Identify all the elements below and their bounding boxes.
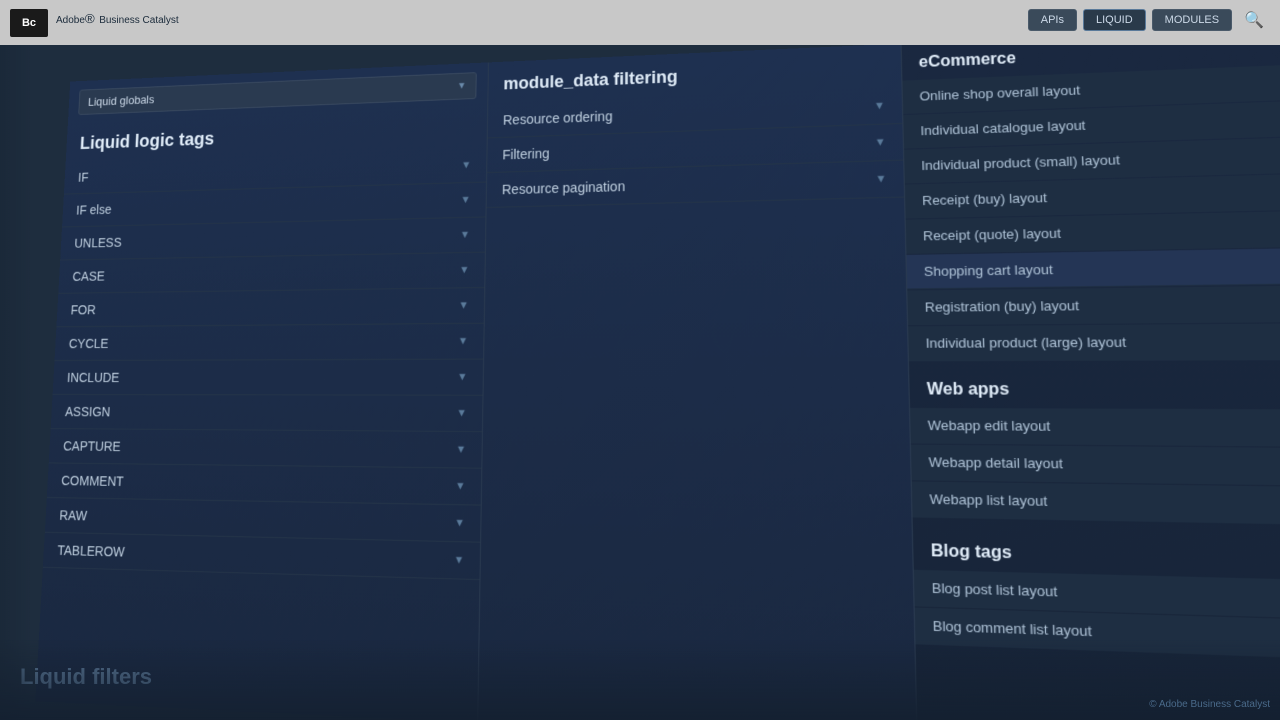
liquid-button[interactable]: LIQUID (1083, 9, 1146, 31)
browser-chrome: Bc Adobe® Business Catalyst APIs LIQUID … (0, 0, 1280, 45)
blog-section: Blog tags Blog post list layout Blog com… (913, 529, 1280, 661)
tag-label: RAW (59, 508, 87, 524)
item-label: Blog post list layout (932, 580, 1058, 600)
item-label: Individual catalogue layout (920, 118, 1086, 139)
chevron-down-icon: ▼ (459, 300, 469, 312)
middle-panel: module_data filtering Resource ordering … (478, 45, 918, 720)
chevron-down-icon: ▼ (454, 517, 465, 529)
module-item-label: Filtering (502, 146, 549, 163)
list-item[interactable]: Registration (buy) layout ▼ (907, 285, 1280, 325)
chevron-down-icon: ▼ (461, 159, 471, 171)
main-area: Liquid globals ▼ Liquid logic tags IF ▼ … (0, 45, 1280, 720)
item-label: Webapp detail layout (928, 454, 1063, 471)
modules-button[interactable]: MODULES (1152, 9, 1232, 31)
apis-button[interactable]: APIs (1028, 9, 1077, 31)
top-nav: APIs LIQUID MODULES 🔍 (1028, 8, 1270, 32)
chevron-down-icon: ▼ (875, 173, 887, 185)
item-label: Individual product (small) layout (921, 152, 1120, 173)
left-panel: Liquid globals ▼ Liquid logic tags IF ▼ … (35, 62, 489, 720)
search-button[interactable]: 🔍 (1238, 8, 1270, 32)
tag-label: FOR (70, 302, 96, 317)
chevron-down-icon: ▼ (457, 371, 468, 383)
tag-label: IF (78, 170, 89, 184)
liquid-filters-label: Liquid filters (20, 664, 152, 690)
list-item[interactable]: CYCLE ▼ (54, 324, 483, 361)
item-label: Receipt (buy) layout (922, 190, 1047, 208)
content-wrapper: Liquid globals ▼ Liquid logic tags IF ▼ … (35, 45, 1280, 720)
dropdown-label: Liquid globals (88, 93, 155, 109)
chevron-down-icon: ▼ (457, 81, 466, 92)
right-panel: eCommerce Online shop overall layout ▼ I… (902, 45, 1280, 720)
item-label: Individual product (large) layout (925, 334, 1126, 351)
bc-logo: Bc (10, 9, 48, 37)
list-item[interactable]: INCLUDE ▼ (53, 360, 484, 396)
item-label: Webapp edit layout (928, 417, 1051, 434)
chevron-down-icon: ▼ (874, 100, 886, 112)
chevron-down-icon: ▼ (454, 554, 465, 566)
module-item-label: Resource pagination (502, 179, 625, 198)
chevron-down-icon: ▼ (455, 480, 466, 492)
list-item[interactable]: CAPTURE ▼ (49, 429, 482, 469)
liquid-globals-dropdown[interactable]: Liquid globals ▼ (78, 72, 477, 115)
list-item[interactable]: FOR ▼ (56, 288, 484, 327)
copyright-text: © Adobe Business Catalyst (1149, 699, 1270, 710)
tag-label: UNLESS (74, 235, 122, 250)
chevron-down-icon: ▼ (458, 335, 469, 347)
tag-label: CAPTURE (63, 438, 121, 454)
list-item[interactable]: Webapp list layout (912, 481, 1280, 525)
tag-label: ASSIGN (65, 404, 111, 419)
tag-label: COMMENT (61, 473, 124, 489)
tag-label: TABLEROW (57, 543, 125, 560)
webapps-section: Web apps Webapp edit layout Webapp detai… (909, 368, 1280, 527)
chevron-down-icon: ▼ (460, 194, 470, 206)
item-label: Blog comment list layout (933, 618, 1093, 640)
list-item[interactable]: Webapp edit layout (910, 408, 1280, 447)
item-label: Online shop overall layout (919, 82, 1080, 103)
list-item[interactable]: Individual product (large) layout ▼ (908, 323, 1280, 361)
item-label: Registration (buy) layout (925, 298, 1080, 315)
app-title: Adobe® Business Catalyst (56, 11, 179, 34)
tag-label: INCLUDE (67, 370, 120, 385)
chevron-down-icon: ▼ (875, 136, 887, 148)
tag-label: CYCLE (69, 336, 109, 351)
chevron-down-icon: ▼ (456, 407, 467, 419)
item-label: Webapp list layout (929, 491, 1047, 509)
chevron-down-icon: ▼ (459, 264, 469, 276)
ecommerce-section: eCommerce Online shop overall layout ▼ I… (902, 45, 1280, 362)
tag-label: IF else (76, 202, 112, 217)
tag-label: CASE (72, 269, 105, 284)
chevron-down-icon: ▼ (460, 229, 470, 241)
item-label: Shopping cart layout (924, 262, 1053, 279)
shopping-cart-item[interactable]: Shopping cart layout ▼ (906, 248, 1280, 290)
item-label: Receipt (quote) layout (923, 225, 1061, 243)
module-item-label: Resource ordering (503, 108, 613, 127)
list-item[interactable]: CASE ▼ (58, 253, 485, 294)
webapps-title: Web apps (909, 368, 1280, 410)
list-item[interactable]: Webapp detail layout (911, 445, 1280, 487)
chevron-down-icon: ▼ (456, 444, 467, 456)
tag-list: IF ▼ IF else ▼ UNLESS ▼ CASE ▼ FOR ▼ (35, 148, 486, 720)
list-item[interactable]: ASSIGN ▼ (51, 395, 483, 432)
